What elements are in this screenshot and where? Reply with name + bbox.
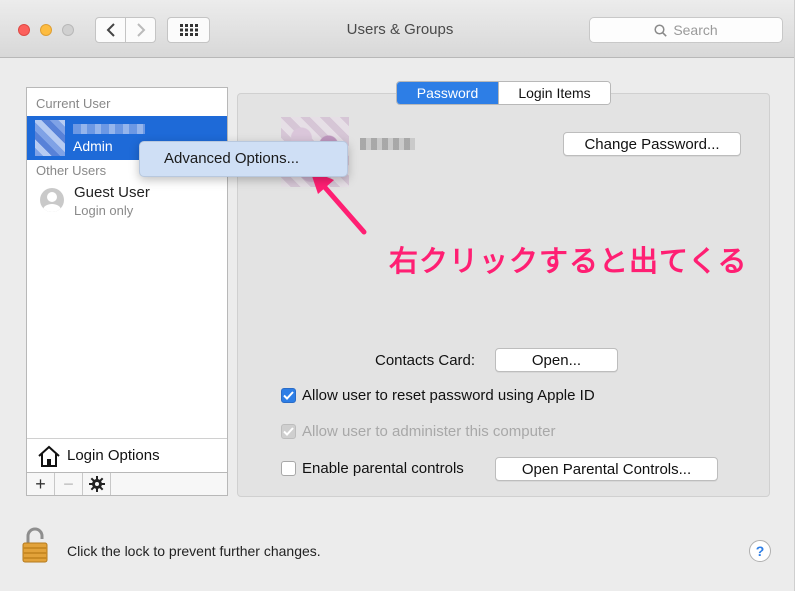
lock-message: Click the lock to prevent further change…	[67, 543, 321, 559]
remove-user-button[interactable]: −	[55, 473, 83, 495]
context-menu: Advanced Options...	[139, 141, 348, 177]
title-bar: Users & Groups Search	[0, 0, 800, 58]
parental-controls-row[interactable]: Enable parental controls	[281, 460, 464, 477]
advanced-options-menu-item[interactable]: Advanced Options...	[164, 150, 299, 167]
contacts-card-label: Contacts Card:	[375, 352, 476, 369]
allow-admin-row: Allow user to administer this computer	[281, 423, 555, 440]
search-placeholder: Search	[673, 22, 718, 38]
search-field[interactable]: Search	[589, 17, 783, 43]
checkmark-icon	[283, 427, 294, 436]
login-options-label: Login Options	[67, 447, 160, 464]
allow-reset-password-row[interactable]: Allow user to reset password using Apple…	[281, 387, 595, 404]
user-role: Admin	[73, 138, 113, 154]
guest-avatar-icon	[40, 188, 64, 212]
annotation-arrow-icon	[310, 170, 367, 235]
current-user-label: Current User	[36, 96, 111, 111]
user-avatar	[35, 120, 65, 156]
change-password-button[interactable]: Change Password...	[563, 132, 741, 156]
open-parental-controls-button[interactable]: Open Parental Controls...	[495, 457, 718, 481]
open-contacts-button[interactable]: Open...	[495, 348, 618, 372]
annotation-text: 右クリックすると出てくる	[389, 246, 748, 278]
house-icon	[38, 445, 60, 467]
user-full-name-redacted	[360, 138, 415, 150]
allow-reset-checkbox[interactable]	[281, 388, 296, 403]
user-name-redacted	[73, 124, 145, 134]
other-users-label: Other Users	[36, 163, 107, 178]
parental-controls-checkbox[interactable]	[281, 461, 296, 476]
tab-bar: Password Login Items	[396, 81, 611, 105]
allow-admin-label: Allow user to administer this computer	[302, 423, 556, 440]
users-groups-window: Users & Groups Search Current User Admin…	[0, 0, 800, 591]
action-menu-button[interactable]	[83, 473, 111, 495]
allow-admin-checkbox	[281, 424, 296, 439]
parental-controls-label: Enable parental controls	[302, 460, 464, 477]
lock-icon[interactable]	[22, 527, 48, 563]
tab-login-items[interactable]: Login Items	[498, 82, 610, 104]
guest-user-subtitle: Login only	[74, 203, 134, 218]
help-button[interactable]: ?	[749, 540, 771, 562]
login-options-item[interactable]: Login Options	[27, 438, 227, 472]
allow-reset-label: Allow user to reset password using Apple…	[302, 387, 595, 404]
add-user-button[interactable]: +	[27, 473, 55, 495]
search-icon	[654, 23, 668, 37]
guest-user-name: Guest User	[74, 184, 150, 201]
users-list-toolbar: + −	[27, 472, 227, 495]
gear-icon	[88, 476, 105, 492]
background-window-edge	[794, 0, 800, 591]
checkmark-icon	[283, 391, 294, 400]
tab-password[interactable]: Password	[397, 82, 498, 104]
